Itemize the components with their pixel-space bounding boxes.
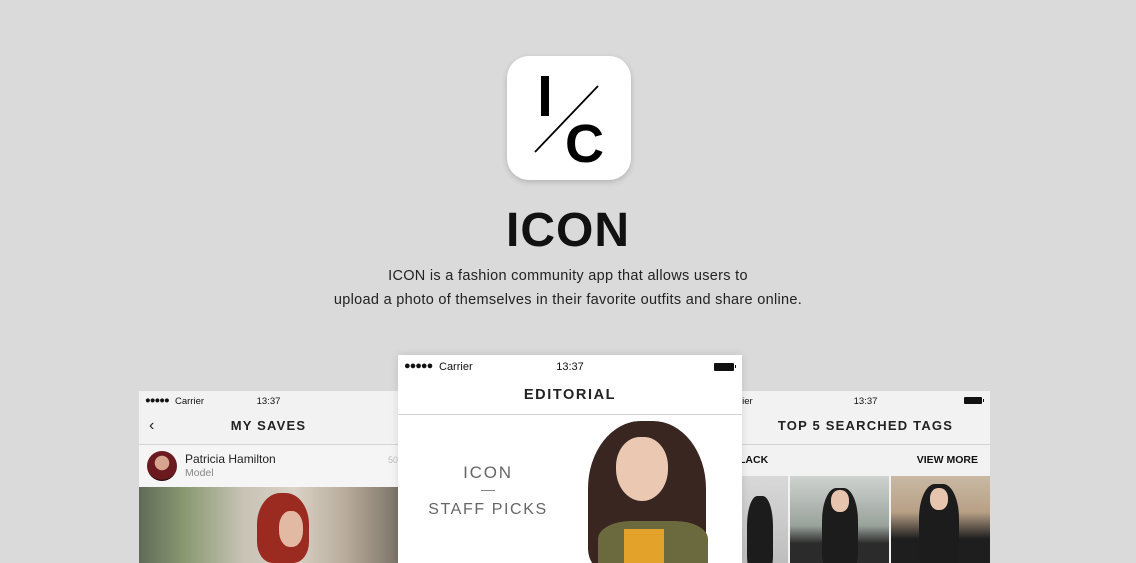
editorial-label-line-2: STAFF PICKS xyxy=(428,501,548,518)
description-line-2: upload a photo of themselves in their fa… xyxy=(333,292,803,308)
editorial-card[interactable]: ICON STAFF PICKS xyxy=(398,415,742,563)
editorial-label-line-1: ICON xyxy=(463,463,513,482)
phone-editorial: ●●●●● Carrier 13:37 EDITORIAL ICON STAFF… xyxy=(398,355,742,563)
app-title: ICON xyxy=(506,204,630,257)
battery-icon xyxy=(714,363,736,371)
profile-role: Model xyxy=(185,467,214,479)
status-bar: ●●●●● Carrier 13:37 xyxy=(398,355,742,379)
profile-row[interactable]: Patricia Hamilton Model 50 xyxy=(139,445,398,487)
page-title: EDITORIAL xyxy=(523,387,617,403)
model-face xyxy=(831,490,849,512)
divider xyxy=(481,490,495,491)
model-face xyxy=(930,488,948,510)
app-description: ICON is a fashion community app that all… xyxy=(0,264,1136,312)
status-bar: ●●●●● Carrier 13:37 xyxy=(139,391,398,411)
description-line-1: ICON is a fashion community app that all… xyxy=(388,268,748,284)
model-face xyxy=(616,437,668,501)
page-title: TOP 5 SEARCHED TAGS xyxy=(777,418,954,433)
back-chevron-icon[interactable]: ‹ xyxy=(149,411,156,441)
svg-text:C: C xyxy=(565,114,604,174)
phone-my-saves: ●●●●● Carrier 13:37 ‹ MY SAVES Patricia … xyxy=(139,391,398,563)
battery-icon xyxy=(964,397,984,404)
save-count: 50 xyxy=(387,455,398,465)
profile-name[interactable]: Patricia Hamilton xyxy=(185,452,276,466)
status-time: 13:37 xyxy=(853,396,878,407)
status-time: 13:37 xyxy=(556,361,584,373)
tag-photo-3[interactable] xyxy=(891,476,990,563)
ic-logo-icon: C xyxy=(534,76,604,174)
phone-top-tags: rier 13:37 TOP 5 SEARCHED TAGS LACK VIEW… xyxy=(741,391,990,563)
navbar: ‹ MY SAVES xyxy=(139,411,398,445)
tag-photo-1[interactable] xyxy=(741,476,788,563)
navbar: EDITORIAL xyxy=(398,379,742,415)
page-title: MY SAVES xyxy=(230,418,307,433)
view-more-link[interactable]: VIEW MORE xyxy=(917,454,978,466)
tag-photo-2[interactable] xyxy=(790,476,889,563)
saved-photo[interactable] xyxy=(139,487,398,563)
status-time: 13:37 xyxy=(256,396,281,407)
model-shirt xyxy=(624,529,664,563)
tag-header-row: LACK VIEW MORE xyxy=(741,445,990,475)
app-logo: C xyxy=(507,56,631,180)
model-face xyxy=(279,511,303,547)
editorial-model-photo[interactable] xyxy=(584,419,742,563)
avatar[interactable] xyxy=(147,451,177,481)
status-bar: rier 13:37 xyxy=(741,391,990,411)
tag-label[interactable]: LACK xyxy=(741,454,768,466)
navbar: TOP 5 SEARCHED TAGS xyxy=(741,411,990,445)
model-figure xyxy=(747,496,773,563)
